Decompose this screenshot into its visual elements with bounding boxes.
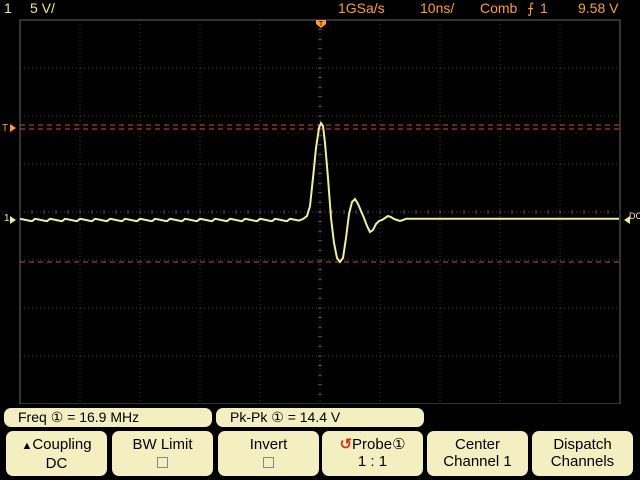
trigger-position-marker[interactable]: T [316,20,326,28]
channel-indicator: 1 [4,0,12,16]
probe-label: Probe [352,436,393,453]
trigger-position-label: T [319,21,324,28]
freq-measurement[interactable]: Freq ① = 16.9 MHz [4,408,212,427]
coupling-softkey[interactable]: ▲Coupling DC [6,431,107,476]
channel1-circle-icon: ① [392,436,406,453]
center-label: Center [454,436,501,453]
trigger-level-marker[interactable]: T [2,123,16,134]
coupling-label: Coupling [32,436,92,453]
pkpk-value: = 14.4 V [287,409,341,425]
bw-limit-softkey[interactable]: BW Limit [112,431,213,476]
coupling-value: DC [45,455,68,472]
probe-softkey[interactable]: ↺Probe① 1 : 1 [322,431,423,476]
dispatch-channels-softkey[interactable]: Dispatch Channels [532,431,633,476]
center-channel-softkey[interactable]: Center Channel 1 [427,431,528,476]
timebase: 10ns/ [420,0,455,16]
center-value: Channel 1 [443,453,512,470]
channel1-circle-icon: ① [50,409,64,425]
probe-value: 1 : 1 [357,453,388,470]
coupling-marker-label: DC [629,211,640,221]
bw-limit-checkbox[interactable] [157,457,168,468]
freq-label: Freq [18,409,47,425]
channel1-ground-label: 1 [4,213,10,224]
channel1-ground-marker[interactable]: 1 [4,213,16,224]
vertical-scale: 5 V/ [30,0,55,16]
status-bar: 1 5 V/ 1GSa/s 10ns/ Comb ⨍ 1 9.58 V [0,0,640,18]
pkpk-label: Pk-Pk [230,409,268,425]
trigger-channel: 1 [540,0,548,16]
coupling-marker: DC [624,211,640,224]
freq-value: = 16.9 MHz [67,409,140,425]
waveform-display[interactable]: T T 1 DC [0,18,640,404]
pkpk-measurement[interactable]: Pk-Pk ① = 14.4 V [216,408,424,427]
trigger-mode: Comb [480,0,518,16]
channel1-circle-icon: ① [271,409,284,425]
trigger-level: 9.58 V [578,0,619,16]
invert-checkbox[interactable] [263,457,274,468]
sample-rate: 1GSa/s [338,0,385,16]
dispatch-value: Channels [550,453,615,470]
graticule-grid [19,19,621,404]
invert-softkey[interactable]: Invert [218,431,319,476]
trigger-level-label: T [2,123,8,134]
bw-limit-label: BW Limit [132,436,193,453]
up-arrow-icon: ▲ [21,440,33,452]
invert-label: Invert [249,436,288,453]
rotate-knob-icon: ↺ [339,436,353,453]
trigger-edge-icon: ⨍ [527,0,535,16]
dispatch-label: Dispatch [553,436,612,453]
